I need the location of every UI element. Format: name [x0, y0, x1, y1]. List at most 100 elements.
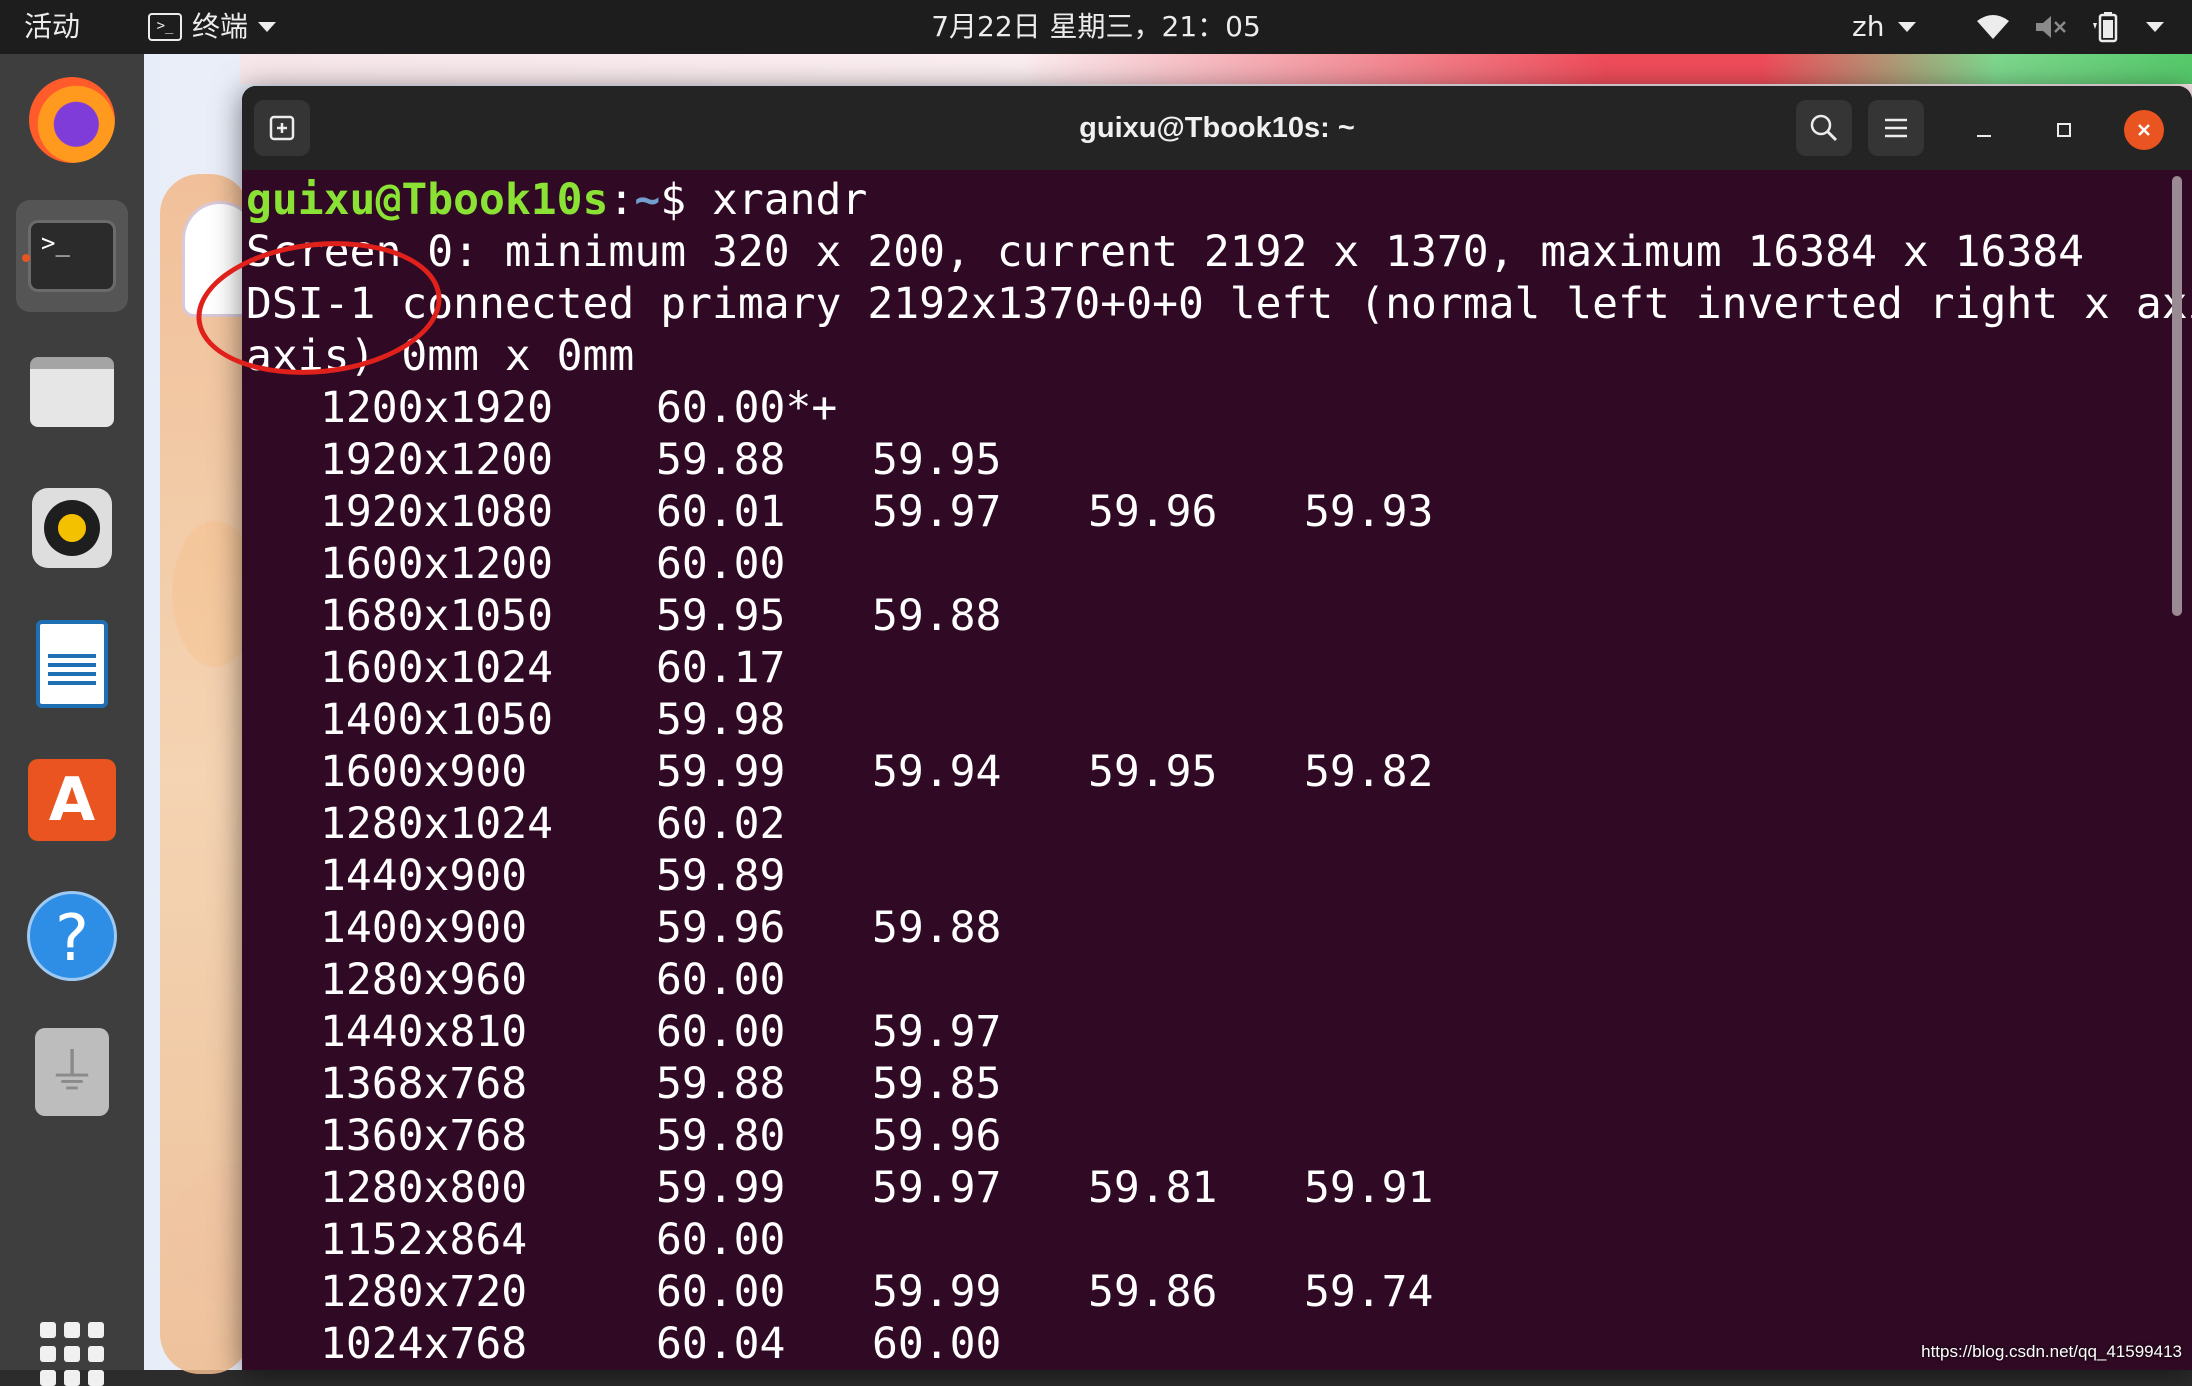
dock-rhythmbox[interactable] — [16, 472, 128, 584]
mode-refresh-rate: 59.99 — [656, 1163, 786, 1213]
document-icon — [36, 620, 108, 708]
mode-refresh-rate: 60.00*+ — [656, 383, 838, 433]
minimize-icon — [1977, 135, 1991, 137]
mode-refresh-rate: 59.95 — [656, 591, 786, 641]
mode-refresh-rate: 60.01 — [656, 487, 786, 537]
prompt-line: guixu@Tbook10s:~$ xrandr — [246, 174, 2166, 226]
scrollbar-thumb[interactable] — [2172, 176, 2182, 616]
mode-refresh-rate: 59.82 — [1304, 747, 1434, 797]
maximize-icon — [2057, 123, 2071, 137]
app-grid-icon[interactable] — [40, 1322, 104, 1386]
input-method-menu[interactable]: zh — [1852, 0, 1917, 54]
mode-row: 1280x800 59.99 59.97 59.81 59.91 — [246, 1162, 2166, 1214]
mode-resolution: 1400x1050 — [320, 695, 553, 745]
mode-resolution: 1440x900 — [320, 851, 528, 901]
mode-refresh-rate: 60.00 — [656, 1215, 786, 1265]
maximize-button[interactable] — [2044, 110, 2084, 150]
title-bar[interactable]: guixu@Tbook10s: ~ — [242, 86, 2192, 170]
mode-row: 1280x720 60.00 59.99 59.86 59.74 — [246, 1266, 2166, 1318]
system-menu-chevron-icon — [2146, 22, 2164, 32]
mode-refresh-rate: 59.93 — [1304, 487, 1434, 537]
input-language: zh — [1852, 10, 1885, 43]
search-button[interactable] — [1796, 100, 1852, 156]
mode-refresh-rate: 59.74 — [1304, 1267, 1434, 1317]
terminal-output[interactable]: guixu@Tbook10s:~$ xrandr Screen 0: minim… — [246, 174, 2192, 1370]
clock[interactable]: 7月22日 星期三，21：05 — [931, 10, 1261, 43]
mode-refresh-rate: 60.00 — [872, 1319, 1002, 1369]
wallpaper-detail — [240, 54, 2192, 84]
mode-refresh-rate: 59.97 — [872, 1007, 1002, 1057]
dock-usb-drive[interactable]: ⏚ — [16, 1016, 128, 1128]
mode-row: 1200x1920 60.00*+ — [246, 382, 2166, 434]
mode-row: 1024x768 60.04 60.00 — [246, 1318, 2166, 1370]
output-line-dsi-wrap: axis) 0mm x 0mm — [246, 331, 635, 381]
watermark: https://blog.csdn.net/qq_41599413 — [1921, 1342, 2182, 1361]
mode-row: 1400x1050 59.98 — [246, 694, 2166, 746]
mode-resolution: 1368x768 — [320, 1059, 528, 1109]
volume-muted-icon — [2036, 16, 2066, 38]
dock-libreoffice-writer[interactable] — [16, 608, 128, 720]
mode-row: 1680x1050 59.95 59.88 — [246, 590, 2166, 642]
hamburger-menu-button[interactable] — [1868, 100, 1924, 156]
dock-help[interactable]: ? — [16, 880, 128, 992]
mode-refresh-rate: 60.02 — [656, 799, 786, 849]
mode-row: 1440x810 60.00 59.97 — [246, 1006, 2166, 1058]
mode-row: 1400x900 59.96 59.88 — [246, 902, 2166, 954]
mode-refresh-rate: 59.86 — [1088, 1267, 1218, 1317]
store-icon: A — [28, 759, 116, 841]
mode-refresh-rate: 59.88 — [656, 1059, 786, 1109]
mode-row: 1280x960 60.00 — [246, 954, 2166, 1006]
dock-files[interactable] — [16, 336, 128, 448]
mode-refresh-rate: 59.95 — [872, 435, 1002, 485]
terminal-window: guixu@Tbook10s: ~ guixu@Tbook10s:~$ xran… — [242, 86, 2192, 1370]
mode-row: 1600x1024 60.17 — [246, 642, 2166, 694]
mode-resolution: 1600x1200 — [320, 539, 553, 589]
search-icon — [1810, 114, 1838, 142]
mode-refresh-rate: 59.89 — [656, 851, 786, 901]
mode-row: 1152x864 60.00 — [246, 1214, 2166, 1266]
chevron-down-icon — [258, 22, 277, 32]
output-line-dsi: DSI-1 connected primary 2192x1370+0+0 le… — [246, 279, 2192, 329]
new-tab-button[interactable] — [254, 100, 310, 156]
mode-refresh-rate: 59.97 — [872, 1163, 1002, 1213]
battery-icon — [2093, 12, 2118, 43]
mode-row: 1600x1200 60.00 — [246, 538, 2166, 590]
mode-refresh-rate: 59.88 — [656, 435, 786, 485]
dock-ubuntu-software[interactable]: A — [16, 744, 128, 856]
mode-refresh-rate: 60.00 — [656, 1267, 786, 1317]
terminal-icon: >_ — [28, 220, 116, 292]
wifi-icon — [1977, 15, 2009, 39]
terminal-icon: >_ — [148, 13, 182, 41]
dock-terminal[interactable]: >_ — [16, 200, 128, 312]
mode-refresh-rate: 59.88 — [872, 591, 1002, 641]
app-menu[interactable]: >_ 终端 — [148, 0, 277, 54]
mode-row: 1920x1200 59.88 59.95 — [246, 434, 2166, 486]
command-text: xrandr — [712, 175, 868, 225]
mode-refresh-rate: 59.98 — [656, 695, 786, 745]
close-button[interactable] — [2124, 110, 2164, 150]
mode-resolution: 1280x1024 — [320, 799, 553, 849]
mode-resolution: 1600x900 — [320, 747, 528, 797]
mode-refresh-rate: 60.00 — [656, 1007, 786, 1057]
system-tray[interactable] — [1976, 0, 2164, 54]
mode-row: 1920x1080 60.01 59.97 59.96 59.93 — [246, 486, 2166, 538]
mode-refresh-rate: 59.81 — [1088, 1163, 1218, 1213]
usb-icon: ⏚ — [35, 1028, 109, 1116]
close-icon — [2138, 124, 2150, 136]
mode-refresh-rate: 59.88 — [872, 903, 1002, 953]
mode-refresh-rate: 60.00 — [656, 539, 786, 589]
firefox-icon — [29, 77, 115, 163]
prompt-user: guixu@Tbook10s — [246, 175, 609, 225]
dock: >_ A ? ⏚ — [0, 54, 144, 1386]
dock-firefox[interactable] — [16, 64, 128, 176]
chevron-down-icon — [1898, 22, 1917, 32]
minimize-button[interactable] — [1964, 110, 2004, 150]
mode-row: 1440x900 59.89 — [246, 850, 2166, 902]
activities-button[interactable]: 活动 — [24, 0, 80, 54]
top-bar: 活动 >_ 终端 7月22日 星期三，21：05 zh — [0, 0, 2192, 54]
prompt-colon: : — [608, 175, 635, 225]
mode-resolution: 1400x900 — [320, 903, 528, 953]
mode-refresh-rate: 59.91 — [1304, 1163, 1434, 1213]
mode-refresh-rate: 59.99 — [872, 1267, 1002, 1317]
mode-list: 1200x1920 60.00*+ 1920x1200 59.88 59.95 1920x… — [246, 382, 2166, 1370]
